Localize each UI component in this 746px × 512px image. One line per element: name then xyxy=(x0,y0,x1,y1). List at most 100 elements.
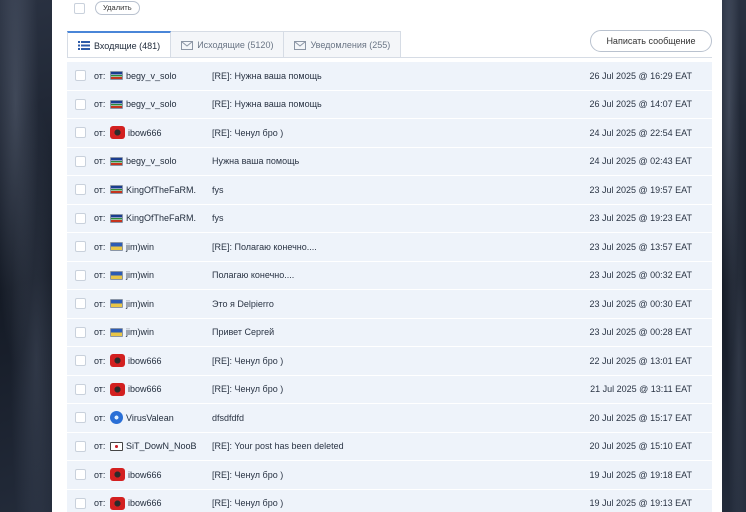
sender-name[interactable]: begy_v_solo xyxy=(126,71,177,81)
message-checkbox[interactable] xyxy=(75,383,86,395)
message-row[interactable]: от: ibow666 [RE]: Ченул бро ) 21 Jul 2025 @… xyxy=(67,375,712,404)
sender[interactable]: ibow666 xyxy=(110,382,162,396)
message-checkbox[interactable] xyxy=(75,241,86,253)
striped-flag-icon xyxy=(110,185,123,195)
sender[interactable]: jim)win xyxy=(110,299,154,309)
sender[interactable]: SiT_DowN_NooB xyxy=(110,441,197,451)
from-label: от: xyxy=(94,213,106,224)
message-row[interactable]: от: ibow666 [RE]: Ченул бро ) 19 Jul 2025 @… xyxy=(67,489,712,512)
message-subject[interactable]: [RE]: Ченул бро ) xyxy=(212,498,283,508)
message-checkbox[interactable] xyxy=(75,269,86,281)
sender[interactable]: begy_v_solo xyxy=(110,71,177,81)
message-checkbox[interactable] xyxy=(75,298,86,310)
message-subject[interactable]: [RE]: Полагаю конечно.... xyxy=(212,242,317,252)
message-row[interactable]: от: ibow666 [RE]: Ченул бро ) 22 Jul 2025 @… xyxy=(67,347,712,376)
sender[interactable]: jim)win xyxy=(110,270,154,280)
message-row[interactable]: от: ibow666 [RE]: Ченул бро ) 19 Jul 2025 @… xyxy=(67,461,712,490)
sender-name[interactable]: jim)win xyxy=(126,299,154,309)
message-row[interactable]: от: ibow666 [RE]: Ченул бро ) 24 Jul 2025 @… xyxy=(67,119,712,148)
tab-inbox[interactable]: Входящие (481) xyxy=(67,31,172,59)
sender-name[interactable]: KingOfTheFaRM. xyxy=(126,185,196,195)
message-checkbox[interactable] xyxy=(75,127,86,139)
message-row[interactable]: от: KingOfTheFaRM. fys 23 Jul 2025 @ 19:23 … xyxy=(67,204,712,233)
message-subject[interactable]: [RE]: Ченул бро ) xyxy=(212,384,283,394)
sender[interactable]: jim)win xyxy=(110,327,154,337)
message-checkbox[interactable] xyxy=(75,412,86,424)
message-checkbox[interactable] xyxy=(75,212,86,224)
message-row[interactable]: от: jim)win [RE]: Полагаю конечно.... 23 Ju… xyxy=(67,233,712,262)
message-date: 23 Jul 2025 @ 19:23 EAT xyxy=(589,213,692,224)
sender[interactable]: begy_v_solo xyxy=(110,156,177,166)
message-row[interactable]: от: jim)win Привет Сергей 23 Jul 2025 @ 00:… xyxy=(67,318,712,347)
message-subject[interactable]: [RE]: Ченул бро ) xyxy=(212,128,283,138)
sender-name[interactable]: VirusValean xyxy=(126,413,174,423)
message-checkbox[interactable] xyxy=(75,70,86,82)
message-subject[interactable]: dfsdfdfd xyxy=(212,413,244,423)
sender[interactable]: begy_v_solo xyxy=(110,99,177,109)
sender-name[interactable]: ibow666 xyxy=(128,128,162,138)
message-checkbox[interactable] xyxy=(75,98,86,110)
message-row[interactable]: от: begy_v_solo Нужна ваша помощь 24 Jul 20… xyxy=(67,147,712,176)
message-checkbox[interactable] xyxy=(75,155,86,167)
message-subject[interactable]: [RE]: Ченул бро ) xyxy=(212,356,283,366)
message-subject[interactable]: fys xyxy=(212,213,224,223)
sender-name[interactable]: jim)win xyxy=(126,270,154,280)
striped2-flag-icon xyxy=(110,299,123,309)
compose-message-button[interactable]: Написать сообщение xyxy=(590,30,712,52)
message-checkbox[interactable] xyxy=(75,326,86,338)
sender-name[interactable]: jim)win xyxy=(126,242,154,252)
message-subject[interactable]: Полагаю конечно.... xyxy=(212,270,294,280)
message-subject[interactable]: Нужна ваша помощь xyxy=(212,156,299,166)
message-checkbox[interactable] xyxy=(75,497,86,509)
message-checkbox[interactable] xyxy=(75,440,86,452)
sender-name[interactable]: begy_v_solo xyxy=(126,156,177,166)
striped-flag-icon xyxy=(110,99,123,109)
sender-name[interactable]: ibow666 xyxy=(128,384,162,394)
message-row[interactable]: от: begy_v_solo [RE]: Нужна ваша помощь 26 … xyxy=(67,90,712,119)
message-checkbox[interactable] xyxy=(75,469,86,481)
red-flag-icon xyxy=(110,496,125,510)
message-subject[interactable]: fys xyxy=(212,185,224,195)
message-subject[interactable]: [RE]: Нужна ваша помощь xyxy=(212,71,322,81)
message-checkbox[interactable] xyxy=(75,184,86,196)
tab-notifications[interactable]: Уведомления (255) xyxy=(283,31,402,58)
sender[interactable]: KingOfTheFaRM. xyxy=(110,213,196,223)
message-row[interactable]: от: KingOfTheFaRM. fys 23 Jul 2025 @ 19:57 … xyxy=(67,176,712,205)
delete-button[interactable]: Удалить xyxy=(95,1,140,15)
message-checkbox[interactable] xyxy=(75,355,86,367)
message-subject[interactable]: [RE]: Your post has been deleted xyxy=(212,441,344,451)
message-subject[interactable]: [RE]: Нужна ваша помощь xyxy=(212,99,322,109)
message-subject[interactable]: [RE]: Ченул бро ) xyxy=(212,470,283,480)
message-date: 19 Jul 2025 @ 19:18 EAT xyxy=(589,469,692,480)
sender[interactable]: ibow666 xyxy=(110,468,162,482)
sender[interactable]: jim)win xyxy=(110,242,154,252)
sender-name[interactable]: ibow666 xyxy=(128,470,162,480)
message-date: 23 Jul 2025 @ 00:30 EAT xyxy=(589,298,692,309)
sender[interactable]: VirusValean xyxy=(110,411,174,425)
sender-name[interactable]: ibow666 xyxy=(128,356,162,366)
message-row[interactable]: от: begy_v_solo [RE]: Нужна ваша помощь 26 … xyxy=(67,62,712,91)
message-date: 26 Jul 2025 @ 14:07 EAT xyxy=(589,99,692,110)
sender-name[interactable]: begy_v_solo xyxy=(126,99,177,109)
sender[interactable]: ibow666 xyxy=(110,354,162,368)
sender[interactable]: ibow666 xyxy=(110,126,162,140)
from-label: от: xyxy=(94,99,106,110)
mailbox-tabs: Входящие (481) Исходящие (5120) Уведомле… xyxy=(67,31,402,59)
message-row[interactable]: от: SiT_DowN_NooB [RE]: Your post has been… xyxy=(67,432,712,461)
message-date: 23 Jul 2025 @ 13:57 EAT xyxy=(589,241,692,252)
sender[interactable]: ibow666 xyxy=(110,496,162,510)
message-subject[interactable]: Привет Сергей xyxy=(212,327,274,337)
message-subject[interactable]: Это я Delpierro xyxy=(212,299,274,309)
sender-name[interactable]: jim)win xyxy=(126,327,154,337)
message-row[interactable]: от: VirusValean dfsdfdfd 20 Jul 2025 @ 15:1… xyxy=(67,404,712,433)
select-all-checkbox[interactable] xyxy=(74,2,85,14)
sender[interactable]: KingOfTheFaRM. xyxy=(110,185,196,195)
message-date: 24 Jul 2025 @ 22:54 EAT xyxy=(589,127,692,138)
sender-name[interactable]: SiT_DowN_NooB xyxy=(126,441,197,451)
from-label: от: xyxy=(94,156,106,167)
tab-outbox[interactable]: Исходящие (5120) xyxy=(170,31,285,58)
sender-name[interactable]: KingOfTheFaRM. xyxy=(126,213,196,223)
sender-name[interactable]: ibow666 xyxy=(128,498,162,508)
message-row[interactable]: от: jim)win Это я Delpierro 23 Jul 2025 @ 0… xyxy=(67,290,712,319)
message-row[interactable]: от: jim)win Полагаю конечно.... 23 Jul 2025… xyxy=(67,261,712,290)
